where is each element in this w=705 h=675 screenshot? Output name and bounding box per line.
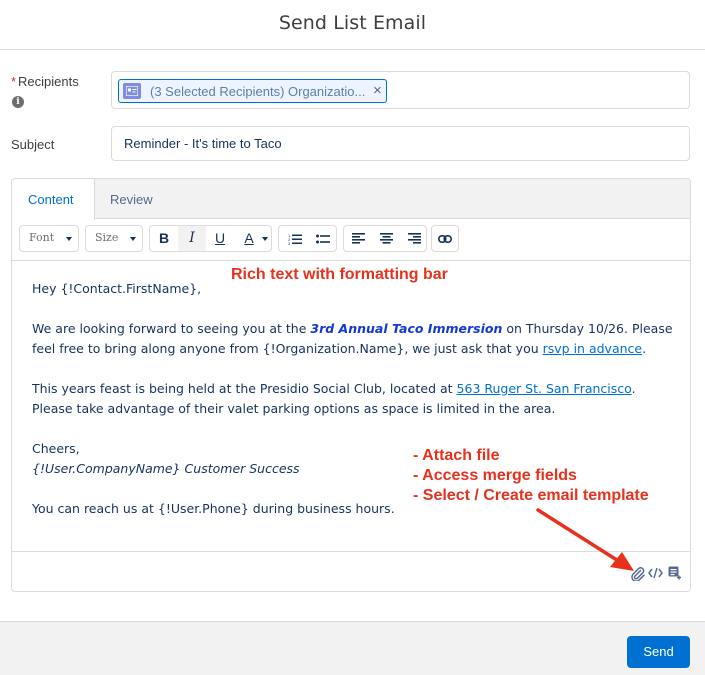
chevron-down-icon (66, 237, 72, 241)
paragraph-event-text: We are looking forward to seeing you at … (32, 321, 311, 336)
subject-value: Reminder - It's time to Taco (124, 136, 282, 151)
annotation-attach: - Attach file (413, 447, 500, 464)
remove-pill-icon[interactable]: × (373, 82, 382, 99)
tab-content-label: Content (28, 192, 74, 207)
bullet-list-icon[interactable] (309, 226, 336, 251)
insert-link-button[interactable] (431, 225, 459, 252)
editor-tabs: Content Review (12, 179, 690, 220)
underline-button[interactable]: U (206, 226, 234, 251)
modal-footer: Send (0, 621, 705, 675)
subject-input[interactable]: Reminder - It's time to Taco (111, 126, 690, 161)
rsvp-link[interactable]: rsvp in advance (543, 341, 642, 356)
tab-review[interactable]: Review (110, 192, 153, 207)
font-dropdown[interactable]: Font (19, 225, 79, 252)
list-icon (123, 83, 141, 99)
paragraph-event-text: . (642, 341, 647, 356)
info-icon[interactable]: i (12, 96, 24, 108)
formatting-toolbar: Font Size B I U A 1 2 3 (12, 219, 690, 261)
tab-content[interactable]: Content (12, 179, 95, 220)
link-icon (432, 226, 458, 251)
paragraph-location-text: This years feast is being held at the Pr… (32, 381, 457, 396)
recipient-pill[interactable]: (3 Selected Recipients) Organizatio... × (118, 79, 387, 103)
italic-button[interactable]: I (178, 226, 206, 251)
recipients-field[interactable]: (3 Selected Recipients) Organizatio... × (111, 71, 690, 109)
address-link[interactable]: 563 Ruger St. San Francisco (457, 381, 632, 396)
list-group: 1 2 3 (278, 225, 337, 252)
text-color-button[interactable]: A (238, 226, 260, 251)
modal-title: Send List Email (278, 12, 427, 34)
numbered-list-icon[interactable]: 1 2 3 (281, 226, 308, 251)
signature-text: {!User.CompanyName} Customer Success (32, 461, 300, 476)
align-left-icon[interactable] (344, 226, 372, 251)
bold-button[interactable]: B (150, 226, 178, 251)
subject-label: Subject (11, 137, 55, 152)
align-right-icon[interactable] (400, 226, 428, 251)
event-name: 3rd Annual Taco Immersion (310, 321, 503, 336)
annotation-arrow (536, 508, 634, 571)
required-indicator: * (11, 74, 17, 89)
font-dropdown-label: Font (29, 231, 55, 244)
size-dropdown[interactable]: Size (85, 225, 143, 252)
size-dropdown-label: Size (95, 231, 119, 244)
alignment-group (343, 225, 427, 252)
svg-text:3: 3 (288, 241, 291, 245)
recipient-pill-label: (3 Selected Recipients) Organizatio... (150, 84, 366, 99)
send-button[interactable]: Send (627, 636, 690, 668)
merge-field-icon[interactable] (648, 567, 663, 582)
paragraph-event: We are looking forward to seeing you at … (32, 319, 677, 359)
signoff-text: Cheers, (32, 441, 80, 456)
text-style-group: B I U A (149, 225, 272, 252)
email-template-icon[interactable] (668, 566, 682, 583)
modal-header: Send List Email (0, 0, 705, 50)
align-center-icon[interactable] (372, 226, 400, 251)
paragraph-location: This years feast is being held at the Pr… (32, 379, 677, 419)
chevron-down-icon (262, 237, 268, 241)
annotation-merge: - Access merge fields (413, 467, 577, 484)
annotation-rich-text: Rich text with formatting bar (231, 266, 448, 283)
recipients-label: Recipients (18, 74, 79, 89)
chevron-down-icon (130, 237, 136, 241)
